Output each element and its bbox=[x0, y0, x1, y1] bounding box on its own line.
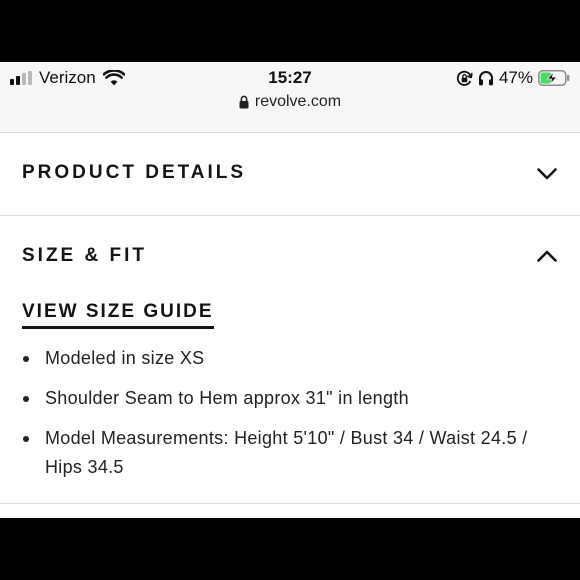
list-item: Shoulder Seam to Hem approx 31" in lengt… bbox=[22, 384, 562, 413]
product-details-section[interactable]: PRODUCT DETAILS bbox=[0, 133, 580, 216]
battery-percentage: 47% bbox=[498, 68, 533, 87]
headphones-icon bbox=[478, 71, 493, 86]
size-fit-header[interactable]: SIZE & FIT bbox=[0, 216, 580, 286]
size-fit-list: Modeled in size XS Shoulder Seam to Hem … bbox=[22, 344, 562, 493]
list-item: Modeled in size XS bbox=[22, 344, 562, 373]
size-fit-title: SIZE & FIT bbox=[22, 245, 147, 266]
view-size-guide-link[interactable]: VIEW SIZE GUIDE bbox=[22, 301, 214, 329]
chevron-down-icon[interactable] bbox=[536, 167, 558, 181]
list-item: Model Measurements: Height 5'10" / Bust … bbox=[22, 424, 562, 482]
address-bar[interactable]: revolve.com bbox=[0, 90, 580, 114]
chevron-up-icon[interactable] bbox=[536, 249, 558, 263]
status-right: 47% bbox=[456, 66, 570, 90]
product-details-title: PRODUCT DETAILS bbox=[22, 162, 247, 183]
orientation-lock-icon bbox=[456, 70, 473, 86]
status-bar: Verizon 15:27 47% revolve.com bbox=[0, 62, 580, 133]
phone-screen: Verizon 15:27 47% revolve.com PRODUCT DE… bbox=[0, 62, 580, 518]
url-text: revolve.com bbox=[254, 93, 342, 110]
lock-icon bbox=[239, 95, 249, 109]
battery-charging-icon bbox=[538, 70, 570, 86]
